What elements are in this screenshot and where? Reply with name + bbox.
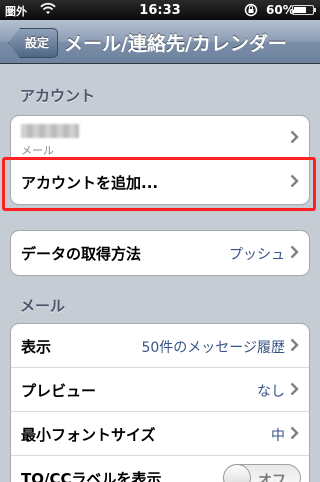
status-bar: 圏外 16:33 60%: [0, 0, 320, 20]
min-font-size-row[interactable]: 最小フォントサイズ 中: [11, 412, 309, 456]
to-cc-label: TO/CCラベルを表示: [21, 470, 162, 482]
battery-percent: 60%: [266, 3, 295, 17]
section-header-accounts: アカウント: [20, 87, 96, 105]
mail-group: 表示 50件のメッセージ履歴 プレビュー なし 最小フォントサイズ 中 TO/C…: [10, 323, 310, 482]
to-cc-toggle[interactable]: オフ: [223, 464, 301, 482]
account-row[interactable]: メール: [11, 116, 309, 160]
show-messages-label: 表示: [21, 338, 52, 356]
account-name-redacted: [21, 124, 79, 138]
toggle-state-label: オフ: [258, 473, 286, 482]
chevron-right-icon: [290, 426, 299, 440]
toggle-knob[interactable]: [223, 464, 251, 482]
fetch-group: データの取得方法 プッシュ: [10, 230, 310, 276]
fetch-method-value: プッシュ: [229, 247, 285, 263]
chevron-right-icon: [290, 245, 299, 259]
fetch-method-row[interactable]: データの取得方法 プッシュ: [11, 231, 309, 275]
chevron-right-icon: [290, 130, 299, 144]
show-messages-value: 50件のメッセージ履歴: [141, 340, 285, 356]
chevron-right-icon: [290, 382, 299, 396]
battery-icon: [292, 5, 316, 15]
chevron-right-icon: [290, 338, 299, 352]
section-header-mail: メール: [20, 297, 66, 315]
preview-value: なし: [257, 384, 285, 400]
show-messages-row[interactable]: 表示 50件のメッセージ履歴: [11, 324, 309, 368]
rotation-lock-icon: [244, 3, 258, 20]
preview-row[interactable]: プレビュー なし: [11, 368, 309, 412]
min-font-size-value: 中: [271, 428, 285, 444]
page-title: メール/連絡先/カレンダー: [64, 33, 287, 55]
back-button[interactable]: 設定: [8, 28, 59, 58]
min-font-size-label: 最小フォントサイズ: [21, 426, 156, 444]
preview-label: プレビュー: [21, 382, 97, 400]
account-type-label: メール: [21, 144, 54, 157]
navigation-bar: 設定 メール/連絡先/カレンダー: [0, 20, 320, 64]
to-cc-label-row: TO/CCラベルを表示 オフ: [11, 456, 309, 482]
highlight-annotation: [2, 157, 316, 211]
fetch-method-label: データの取得方法: [21, 245, 142, 263]
